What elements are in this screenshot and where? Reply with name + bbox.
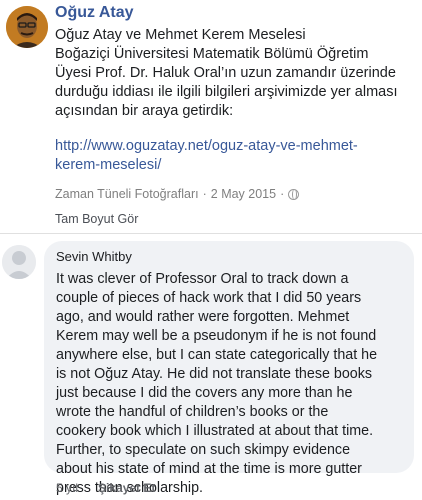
comment-text-line: ago, and would rather were forgotten. Me… <box>56 309 350 325</box>
post-text: Oğuz Atay ve Mehmet Kerem Meselesi Boğaz… <box>55 26 417 121</box>
comment-text-line: about his state of mind at the time is m… <box>56 461 362 477</box>
comment-text-line: is not Oğuz Atay. He did not translate t… <box>56 366 373 382</box>
post-text-line: Oğuz Atay ve Mehmet Kerem Meselesi <box>55 27 306 43</box>
comment-age[interactable]: 5 yıl <box>56 481 78 495</box>
post-text-line: açısından bir araya getirdik: <box>55 103 234 119</box>
divider <box>0 233 422 234</box>
comment-text-line: anywhere else, but I can state categoric… <box>56 347 378 363</box>
comment-text: It was clever of Professor Oral to track… <box>56 270 402 498</box>
report-button[interactable]: Şikayet Et <box>98 481 155 495</box>
default-profile-icon <box>2 245 36 279</box>
full-size-link[interactable]: Tam Boyut Gör <box>55 212 138 226</box>
post-text-line: Boğaziçi Üniversitesi Matematik Bölümü Ö… <box>55 46 369 62</box>
post-link-line[interactable]: http://www.oguzatay.net/oguz-atay-ve-meh… <box>55 137 417 156</box>
post-meta: Zaman Tüneli Fotoğrafları · 2 May 2015 · <box>55 187 300 201</box>
comment-text-line: Further, to speculate on such skimpy evi… <box>56 442 351 458</box>
comment-author[interactable]: Sevin Whitby <box>56 249 402 264</box>
post-author[interactable]: Oğuz Atay <box>55 4 134 22</box>
comment-text-line: couple of pieces of hack work that I did… <box>56 290 362 306</box>
comment-text-line: just because I did the covers any more t… <box>56 385 353 401</box>
post-text-line: Üyesi Prof. Dr. Haluk Oral’ın uzun zaman… <box>55 65 396 81</box>
comment-avatar[interactable] <box>2 245 36 279</box>
album-link[interactable]: Zaman Tüneli Fotoğrafları <box>55 187 199 201</box>
portrait-image <box>6 6 48 48</box>
comment-text-line: wrote the handful of children’s books or… <box>56 404 329 420</box>
page-avatar[interactable] <box>6 6 48 48</box>
post-link-line[interactable]: kerem-meselesi/ <box>55 156 417 175</box>
comment-text-line: cookery book which I illustrated at abou… <box>56 423 374 439</box>
post-text-line: durduğu iddiası ile ilgili bilgileri arş… <box>55 84 398 100</box>
post-link[interactable]: http://www.oguzatay.net/oguz-atay-ve-meh… <box>55 137 417 175</box>
meta-separator: · <box>202 187 207 201</box>
comment-text-line: It was clever of Professor Oral to track… <box>56 271 349 287</box>
comment-footer: 5 yıl Şikayet Et <box>56 481 155 495</box>
facebook-post-page: Oğuz Atay Oğuz Atay ve Mehmet Kerem Mese… <box>0 0 422 500</box>
post-date[interactable]: 2 May 2015 <box>211 187 276 201</box>
comment-bubble: Sevin Whitby It was clever of Professor … <box>44 241 414 496</box>
globe-icon <box>288 188 300 200</box>
meta-separator: · <box>280 187 285 201</box>
comment-text-line: Kerem may well be a pseudonym if he is n… <box>56 328 377 344</box>
